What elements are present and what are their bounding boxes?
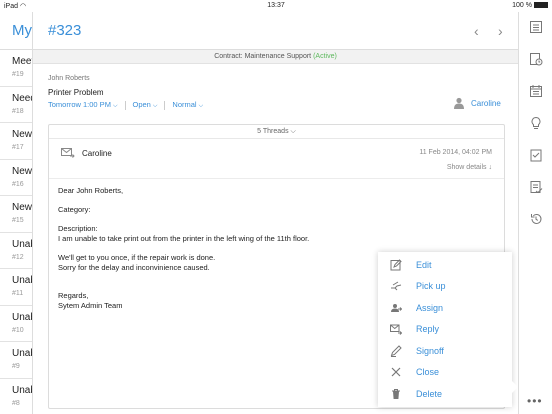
checklist-icon[interactable] [529, 180, 543, 194]
right-toolbar: ••• [518, 12, 552, 414]
priority-dropdown[interactable]: Normal ⌵ [172, 100, 203, 110]
ticket-id: #323 [48, 22, 82, 39]
reply-icon [390, 324, 402, 335]
list-item[interactable]: Unab#8 [0, 379, 32, 414]
solutions-icon[interactable] [529, 116, 543, 130]
pickup-icon [391, 281, 402, 291]
status-dropdown[interactable]: Open ⌵ [133, 100, 158, 110]
list-item[interactable]: Unab#11 [0, 269, 32, 306]
calendar-icon[interactable] [529, 84, 543, 98]
next-ticket-icon[interactable]: › [498, 23, 503, 39]
menu-item-delete[interactable]: Delete [378, 383, 512, 404]
menu-item-edit[interactable]: Edit [378, 254, 512, 275]
menu-item-assign[interactable]: Assign [378, 297, 512, 318]
requester-name: John Roberts [48, 75, 90, 82]
threads-toggle[interactable]: 5 Threads ⌵ [49, 125, 504, 139]
ticket-list: My Meet#19 Need#18 New#17 New#16 New#15 … [0, 12, 33, 414]
menu-item-pickup[interactable]: Pick up [378, 276, 512, 297]
assignee[interactable]: Caroline [453, 97, 501, 109]
list-item[interactable]: New #17 [0, 123, 32, 160]
mail-out-icon [61, 148, 75, 158]
tasks-icon[interactable] [529, 148, 543, 162]
action-menu: Edit Pick up Assign Reply Signoff Close … [378, 252, 518, 407]
due-date-dropdown[interactable]: Tomorrow 1:00 PM ⌵ [48, 100, 118, 110]
ticket-properties: Tomorrow 1:00 PM ⌵ Open ⌵ Normal ⌵ [48, 100, 203, 110]
clock: 13:37 [267, 2, 285, 9]
delete-icon [392, 388, 400, 399]
menu-item-close[interactable]: Close [378, 362, 512, 383]
ticket-subject: Printer Problem [48, 88, 104, 97]
assignee-name: Caroline [471, 98, 501, 108]
time-log-icon[interactable] [529, 52, 543, 66]
contract-name: Maintenance Support [244, 53, 312, 60]
menu-item-reply[interactable]: Reply [378, 319, 512, 340]
list-item[interactable]: Need#18 [0, 87, 32, 123]
contract-status: (Active) [313, 53, 337, 60]
popup-pointer [512, 381, 518, 393]
list-item[interactable]: Unab#9 [0, 342, 32, 379]
person-icon [454, 97, 464, 109]
edit-icon [390, 258, 402, 270]
contract-bar: Contract: Maintenance Support (Active) [33, 50, 518, 64]
battery-status: 100 % [512, 2, 548, 9]
list-header: My [0, 12, 32, 50]
signoff-icon [390, 344, 402, 357]
message-date: 11 Feb 2014, 04:02 PM [419, 149, 492, 156]
close-icon [391, 367, 401, 377]
chevron-down-icon: ⌵ [198, 103, 204, 109]
previous-ticket-icon[interactable]: ‹ [474, 23, 479, 39]
ticket-header: #323 ‹ › [33, 12, 518, 50]
message-header: Caroline 11 Feb 2014, 04:02 PM Show deta… [49, 139, 504, 179]
list-item[interactable]: New #16 [0, 160, 32, 196]
list-item[interactable]: Unab#12 [0, 233, 32, 269]
list-item[interactable]: Unab#10 [0, 306, 32, 342]
status-bar: iPad ◠ 13:37 100 % [0, 0, 552, 12]
menu-item-signoff[interactable]: Signoff [378, 340, 512, 361]
divider [164, 100, 166, 110]
assign-icon [391, 303, 402, 312]
list-title[interactable]: My [12, 22, 32, 39]
list-item[interactable]: Meet #19 [0, 50, 32, 87]
divider [124, 100, 126, 110]
more-icon[interactable]: ••• [527, 394, 543, 408]
sender-name: Caroline [82, 149, 112, 158]
list-item[interactable]: New #15 [0, 196, 32, 233]
battery-icon [534, 2, 548, 8]
show-details-link[interactable]: Show details ↓ [447, 164, 492, 171]
chevron-down-icon: ⌵ [290, 128, 296, 135]
arrow-down-icon: ↓ [488, 164, 493, 171]
chevron-down-icon: ⌵ [112, 103, 118, 109]
chevron-down-icon: ⌵ [152, 103, 158, 109]
history-icon[interactable] [529, 212, 543, 226]
details-icon[interactable] [529, 20, 543, 34]
